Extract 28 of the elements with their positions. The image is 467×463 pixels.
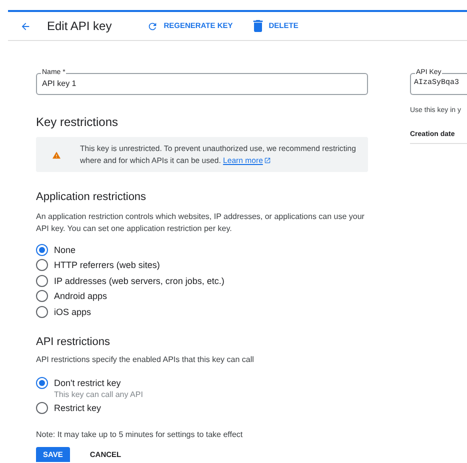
radio-button[interactable] [36, 377, 48, 389]
radio-label: Android apps [54, 290, 108, 303]
page-title: Edit API key [47, 18, 112, 35]
radio-label: Restrict key [54, 402, 102, 415]
section-heading: Key restrictions [36, 114, 120, 131]
refresh-icon [146, 20, 158, 32]
section-description: API restrictions specify the enabled APIs that this key can call [36, 354, 255, 366]
radio-hint: This key can call any API [54, 390, 143, 400]
section-heading: API restrictions [36, 334, 111, 350]
radio-button[interactable] [36, 259, 48, 271]
section-description: An application restriction controls which websites, IP addresses, or applications can use your API key. You can set one application restriction per key. [36, 210, 366, 234]
back-arrow-icon[interactable] [20, 20, 31, 32]
radio-button[interactable] [36, 402, 48, 414]
radio-button[interactable] [36, 244, 48, 256]
external-link-icon [264, 157, 271, 164]
radio-button[interactable] [36, 290, 48, 302]
radio-label: HTTP referrers (web sites) [54, 259, 160, 272]
field-value: API key 1 [42, 78, 76, 90]
note-text: Note: It may take up to 5 minutes for settings to take effect [36, 429, 244, 441]
radio-label: IP addresses (web servers, cron jobs, etc.) [54, 274, 224, 288]
radio-label: None [54, 244, 76, 256]
section-heading: Application restrictions [36, 190, 148, 205]
warning-icon [52, 150, 61, 158]
radio-label: Don't restrict key [54, 377, 122, 390]
radio-label: iOS apps [54, 306, 92, 318]
radio-button[interactable] [36, 274, 48, 286]
radio-button[interactable] [36, 306, 48, 318]
trash-icon [252, 20, 263, 32]
